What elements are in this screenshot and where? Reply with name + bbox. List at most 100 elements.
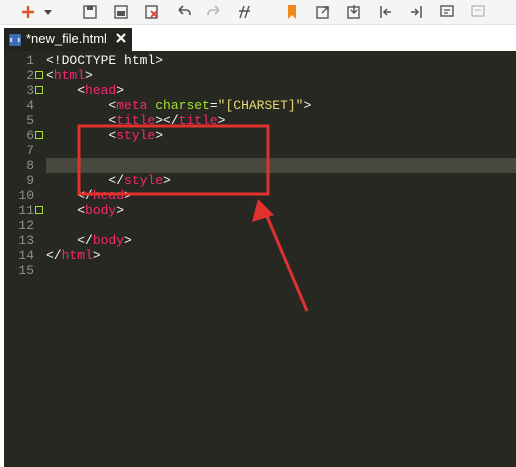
code-token: "[CHARSET]" — [217, 98, 304, 113]
line-number: 13 — [18, 233, 34, 248]
code-token: body — [92, 233, 125, 248]
code-token: < — [46, 98, 117, 113]
line-number: 15 — [18, 263, 34, 278]
code-token: > — [303, 98, 312, 113]
bookmark-icon[interactable] — [282, 2, 302, 22]
line-number: 12 — [18, 218, 34, 233]
undo-icon[interactable] — [174, 2, 194, 22]
export-icon[interactable] — [344, 2, 364, 22]
code-line[interactable]: 8 — [4, 158, 516, 173]
code-text: <title></title> — [46, 113, 225, 128]
code-token: > — [163, 173, 171, 188]
code-token: > — [217, 113, 226, 128]
code-line[interactable]: 5 <title></title> — [4, 113, 516, 128]
tab-bar: *new_file.html — [0, 25, 516, 51]
code-editor[interactable]: 1 <!DOCTYPE html> 2 <html> 3 <head> 4 <meta c… — [4, 51, 516, 467]
indent-right-icon[interactable] — [406, 2, 426, 22]
fold-toggle-icon[interactable] — [35, 71, 43, 79]
line-number: 1 — [26, 53, 34, 68]
code-token: title — [178, 113, 218, 128]
indent-left-icon[interactable] — [376, 2, 396, 22]
line-number: 14 — [18, 248, 34, 263]
code-line[interactable]: 13 </body> — [4, 233, 516, 248]
code-token: < — [46, 203, 86, 218]
line-number: 8 — [26, 158, 34, 173]
close-icon[interactable] — [114, 31, 128, 45]
uncomment-icon[interactable] — [468, 2, 488, 22]
goto-icon[interactable] — [313, 2, 333, 22]
code-line[interactable]: 9 </style> — [4, 173, 516, 188]
code-token: charset — [155, 98, 210, 113]
line-number: 10 — [18, 188, 34, 203]
toolbar — [0, 0, 516, 25]
code-line[interactable]: 7 — [4, 143, 516, 158]
code-token: < — [46, 83, 86, 98]
code-token: </ — [46, 248, 62, 263]
code-token: head — [85, 83, 117, 98]
code-text: <head> — [46, 83, 124, 98]
redo-icon[interactable] — [204, 2, 224, 22]
add-new-icon[interactable] — [18, 2, 38, 22]
code-line[interactable]: 4 <meta charset="[CHARSET]"> — [4, 98, 516, 113]
save-all-icon[interactable] — [111, 2, 131, 22]
line-number: 7 — [26, 143, 34, 158]
code-text: <!DOCTYPE html> — [46, 53, 163, 68]
code-line[interactable]: 2 <html> — [4, 68, 516, 83]
code-token: style — [124, 173, 164, 188]
line-number: 2 — [26, 68, 34, 83]
fold-toggle-icon[interactable] — [35, 206, 43, 214]
code-token: head — [92, 188, 125, 203]
code-token: </ — [46, 188, 93, 203]
code-text: </html> — [46, 248, 101, 263]
line-number: 9 — [26, 173, 34, 188]
line-number: 6 — [26, 128, 34, 143]
code-line[interactable]: 6 <style> — [4, 128, 516, 143]
code-token: > — [116, 203, 125, 218]
dropdown-arrow-icon[interactable] — [42, 2, 54, 22]
save-icon[interactable] — [80, 2, 100, 22]
code-line[interactable]: 11 <body> — [4, 203, 516, 218]
code-line[interactable]: 10 </head> — [4, 188, 516, 203]
fold-toggle-icon[interactable] — [35, 86, 43, 94]
code-line[interactable]: 12 — [4, 218, 516, 233]
code-line[interactable]: 14 </html> — [4, 248, 516, 263]
line-number: 3 — [26, 83, 34, 98]
code-token: > — [85, 68, 93, 83]
fold-toggle-icon[interactable] — [35, 131, 43, 139]
code-text: <body> — [46, 203, 124, 218]
code-token: > — [124, 188, 132, 203]
code-token: > — [92, 248, 101, 263]
code-token: ></ — [155, 113, 179, 128]
code-line[interactable]: 1 <!DOCTYPE html> — [4, 53, 516, 68]
code-text: </style> — [46, 173, 171, 188]
code-token: </ — [46, 173, 125, 188]
code-token: > — [116, 83, 125, 98]
code-text: <style> — [46, 128, 163, 143]
code-token: body — [85, 203, 117, 218]
format-icon[interactable] — [235, 2, 255, 22]
comment-icon[interactable] — [437, 2, 457, 22]
code-token: = — [209, 98, 218, 113]
line-number: 4 — [26, 98, 34, 113]
tab-new-file[interactable]: *new_file.html — [4, 28, 132, 51]
code-token: < — [46, 68, 54, 83]
code-text: </body> — [46, 233, 132, 248]
code-token: < — [46, 128, 117, 143]
close-file-icon[interactable] — [142, 2, 162, 22]
code-token: html — [61, 248, 93, 263]
code-line[interactable]: 3 <head> — [4, 83, 516, 98]
code-text: </head> — [46, 188, 132, 203]
code-token: title — [116, 113, 156, 128]
code-token: html — [53, 68, 86, 83]
code-token: > — [124, 233, 132, 248]
line-number: 11 — [18, 203, 34, 218]
code-text: <html> — [46, 68, 93, 83]
code-token: < — [46, 113, 117, 128]
code-token: > — [155, 128, 164, 143]
code-token: <!DOCTYPE html> — [46, 53, 164, 68]
code-line[interactable]: 15 — [4, 263, 516, 278]
code-token: style — [116, 128, 156, 143]
line-number: 5 — [26, 113, 34, 128]
html-file-icon — [8, 33, 22, 47]
code-text: <meta charset="[CHARSET]"> — [46, 98, 311, 113]
